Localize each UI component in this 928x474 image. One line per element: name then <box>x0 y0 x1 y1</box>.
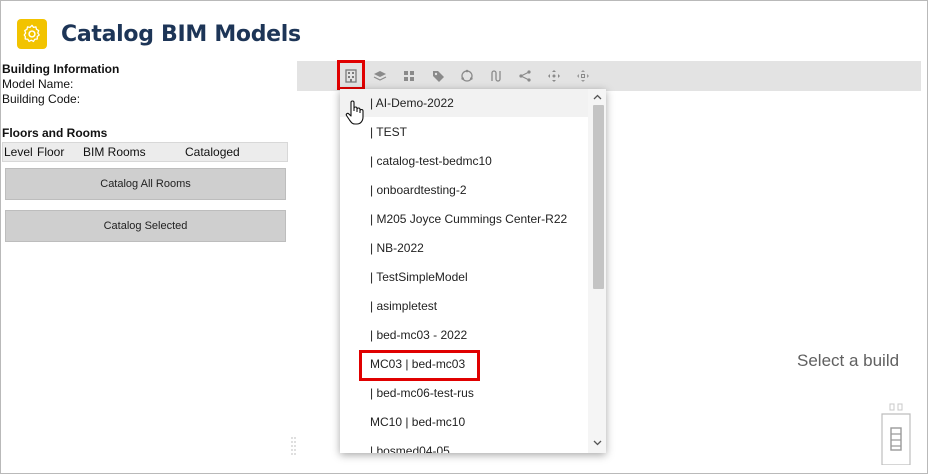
left-panel: Building Information Model Name: Buildin… <box>2 62 288 242</box>
catalog-all-rooms-button[interactable]: Catalog All Rooms <box>5 168 286 200</box>
column-header-bim-rooms[interactable]: BIM Rooms <box>83 145 185 159</box>
share-icon[interactable] <box>515 66 535 86</box>
building-info-heading: Building Information <box>2 62 120 76</box>
model-dropdown[interactable]: | AI-Demo-2022 | TEST | catalog-test-bed… <box>340 89 606 453</box>
grid-icon[interactable] <box>399 66 419 86</box>
building-code-label: Building Code: <box>2 92 81 106</box>
app-header: Catalog BIM Models <box>17 18 301 50</box>
dropdown-item[interactable]: | TEST <box>340 118 588 146</box>
gear-icon <box>17 19 47 49</box>
dropdown-item[interactable]: | asimpletest <box>340 292 588 320</box>
tag-icon[interactable] <box>428 66 448 86</box>
dropdown-scrollbar[interactable] <box>588 89 606 453</box>
scroll-up-icon[interactable] <box>591 91 603 103</box>
layers-icon[interactable] <box>370 66 390 86</box>
dropdown-item[interactable]: | bosmed04-05 <box>340 437 588 453</box>
catalog-selected-button[interactable]: Catalog Selected <box>5 210 286 242</box>
dropdown-item[interactable]: | bed-mc06-test-rus <box>340 379 588 407</box>
dropdown-item[interactable]: | AI-Demo-2022 <box>340 89 588 117</box>
selected-item-highlight <box>359 350 480 381</box>
dropdown-item[interactable]: | TestSimpleModel <box>340 263 588 291</box>
select-building-prompt: Select a build <box>797 351 900 370</box>
dropdown-item[interactable]: MC10 | bed-mc10 <box>340 408 588 436</box>
active-tool-highlight <box>337 60 365 90</box>
model-name-label: Model Name: <box>2 77 74 91</box>
hand-cursor-icon <box>345 99 365 127</box>
dropdown-item[interactable]: | catalog-test-bedmc10 <box>340 147 588 175</box>
dropdown-item[interactable]: | NB-2022 <box>340 234 588 262</box>
scrollbar-thumb[interactable] <box>593 105 604 289</box>
building-icon <box>876 400 916 466</box>
move-icon[interactable] <box>544 66 564 86</box>
path-icon[interactable] <box>486 66 506 86</box>
scroll-down-icon[interactable] <box>591 437 603 449</box>
floors-rooms-heading: Floors and Rooms <box>2 126 108 140</box>
column-header-level[interactable]: Level <box>3 145 37 159</box>
app-title: Catalog BIM Models <box>61 21 301 47</box>
column-header-cataloged[interactable]: Cataloged <box>185 145 240 159</box>
dropdown-item[interactable]: | bed-mc03 - 2022 <box>340 321 588 349</box>
dropdown-item[interactable]: | M205 Joyce Cummings Center-R22 <box>340 205 588 233</box>
resize-grip-icon[interactable] <box>290 435 296 457</box>
floors-table-header: Level Floor BIM Rooms Cataloged <box>2 142 288 162</box>
circle-icon[interactable] <box>457 66 477 86</box>
dropdown-item[interactable]: | onboardtesting-2 <box>340 176 588 204</box>
column-header-floor[interactable]: Floor <box>37 145 83 159</box>
toolbar <box>297 61 921 91</box>
expand-icon[interactable] <box>573 66 593 86</box>
